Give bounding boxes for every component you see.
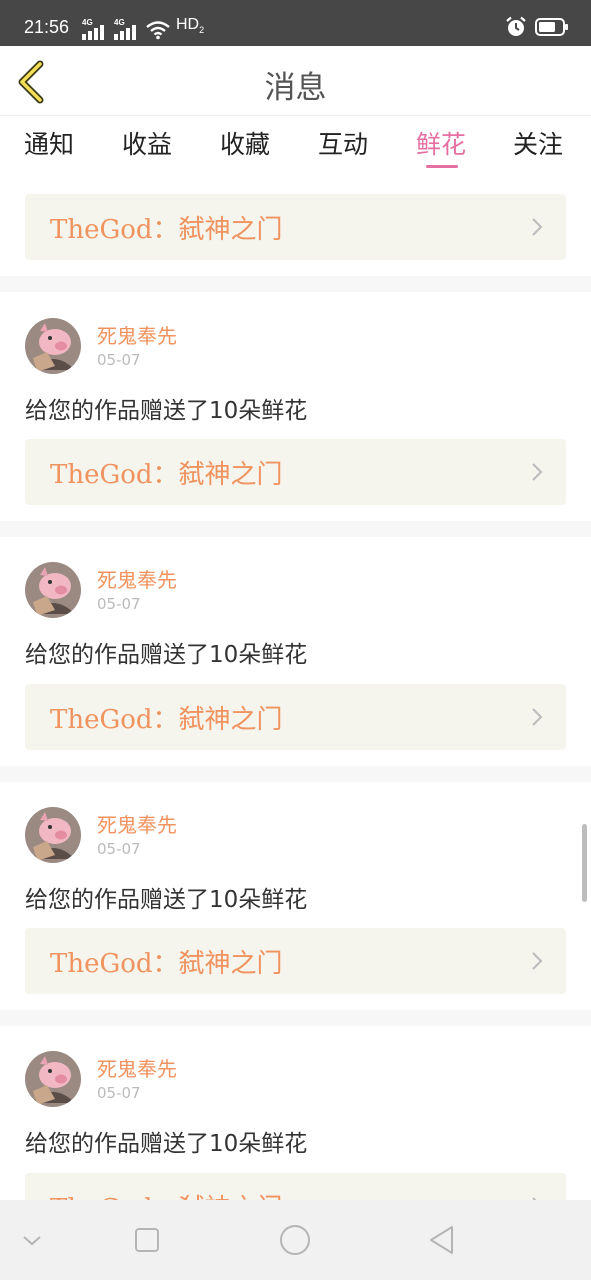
active-tab-indicator — [426, 165, 458, 168]
tab-bar: 通知 收益 收藏 互动 鲜花 关注 — [0, 117, 591, 173]
message-date: 05-07 — [97, 840, 141, 858]
chevron-right-icon — [532, 463, 543, 481]
app-header: 消息 — [0, 46, 591, 116]
status-right-icons — [505, 16, 569, 38]
message-date: 05-07 — [97, 595, 141, 613]
book-link-text: TheGod：弑神之门 — [50, 949, 283, 979]
username[interactable]: 死鬼奉先 — [97, 1053, 177, 1082]
avatar[interactable] — [25, 562, 81, 618]
book-link-text: TheGod：弑神之门 — [50, 460, 283, 490]
back-icon[interactable] — [424, 1222, 460, 1258]
message-text: 给您的作品赠送了10朵鲜花 — [25, 1131, 308, 1157]
avatar[interactable] — [25, 807, 81, 863]
book-link-text: TheGod：弑神之门 — [50, 215, 283, 245]
message-text: 给您的作品赠送了10朵鲜花 — [25, 642, 308, 668]
message-date: 05-07 — [97, 351, 141, 369]
book-link[interactable]: TheGod：弑神之门 — [25, 194, 566, 260]
divider — [0, 1010, 591, 1026]
chevron-right-icon — [532, 708, 543, 726]
username[interactable]: 死鬼奉先 — [97, 809, 177, 838]
divider — [0, 276, 591, 292]
book-link[interactable]: TheGod：弑神之门 — [25, 928, 566, 994]
tab-interactions[interactable]: 互动 — [318, 125, 368, 161]
message-text: 给您的作品赠送了10朵鲜花 — [25, 398, 308, 424]
signal-icon: 4G — [82, 18, 108, 40]
username[interactable]: 死鬼奉先 — [97, 564, 177, 593]
divider — [0, 521, 591, 537]
tab-favorites[interactable]: 收藏 — [220, 125, 270, 161]
system-nav-bar — [0, 1200, 591, 1280]
message-date: 05-07 — [97, 1084, 141, 1102]
wifi-icon — [146, 21, 170, 40]
username[interactable]: 死鬼奉先 — [97, 320, 177, 349]
tab-earnings[interactable]: 收益 — [122, 125, 172, 161]
avatar[interactable] — [25, 318, 81, 374]
book-link[interactable]: TheGod：弑神之门 — [25, 684, 566, 750]
tab-following[interactable]: 关注 — [513, 125, 563, 161]
book-link[interactable]: TheGod：弑神之门 — [25, 1173, 566, 1200]
book-link-text: TheGod：弑神之门 — [50, 705, 283, 735]
book-link[interactable]: TheGod：弑神之门 — [25, 439, 566, 505]
avatar[interactable] — [25, 1051, 81, 1107]
signal-icon: 4G — [114, 18, 140, 40]
collapse-icon[interactable] — [14, 1222, 50, 1258]
book-link-text: TheGod：弑神之门 — [50, 1188, 283, 1200]
chevron-right-icon — [532, 218, 543, 236]
hd-label: HD2 — [176, 15, 205, 35]
page-title: 消息 — [264, 70, 327, 106]
tab-flowers[interactable]: 鲜花 — [416, 125, 466, 161]
status-bar: 21:56 4G 4G HD2 — [0, 0, 591, 46]
status-time: 21:56 — [24, 17, 70, 37]
chevron-right-icon — [532, 952, 543, 970]
message-text: 给您的作品赠送了10朵鲜花 — [25, 887, 308, 913]
tab-notice[interactable]: 通知 — [24, 125, 74, 161]
recent-apps-icon[interactable] — [129, 1222, 165, 1258]
home-icon[interactable] — [277, 1222, 313, 1258]
battery-icon — [535, 18, 568, 36]
message-list[interactable]: TheGod：弑神之门 死鬼奉先 05-07 给您的作品赠送了10朵鲜花 The… — [0, 176, 591, 1200]
divider — [0, 766, 591, 782]
status-icons: 4G 4G HD2 — [82, 16, 204, 40]
alarm-icon — [506, 16, 526, 36]
scrollbar[interactable] — [582, 824, 587, 902]
